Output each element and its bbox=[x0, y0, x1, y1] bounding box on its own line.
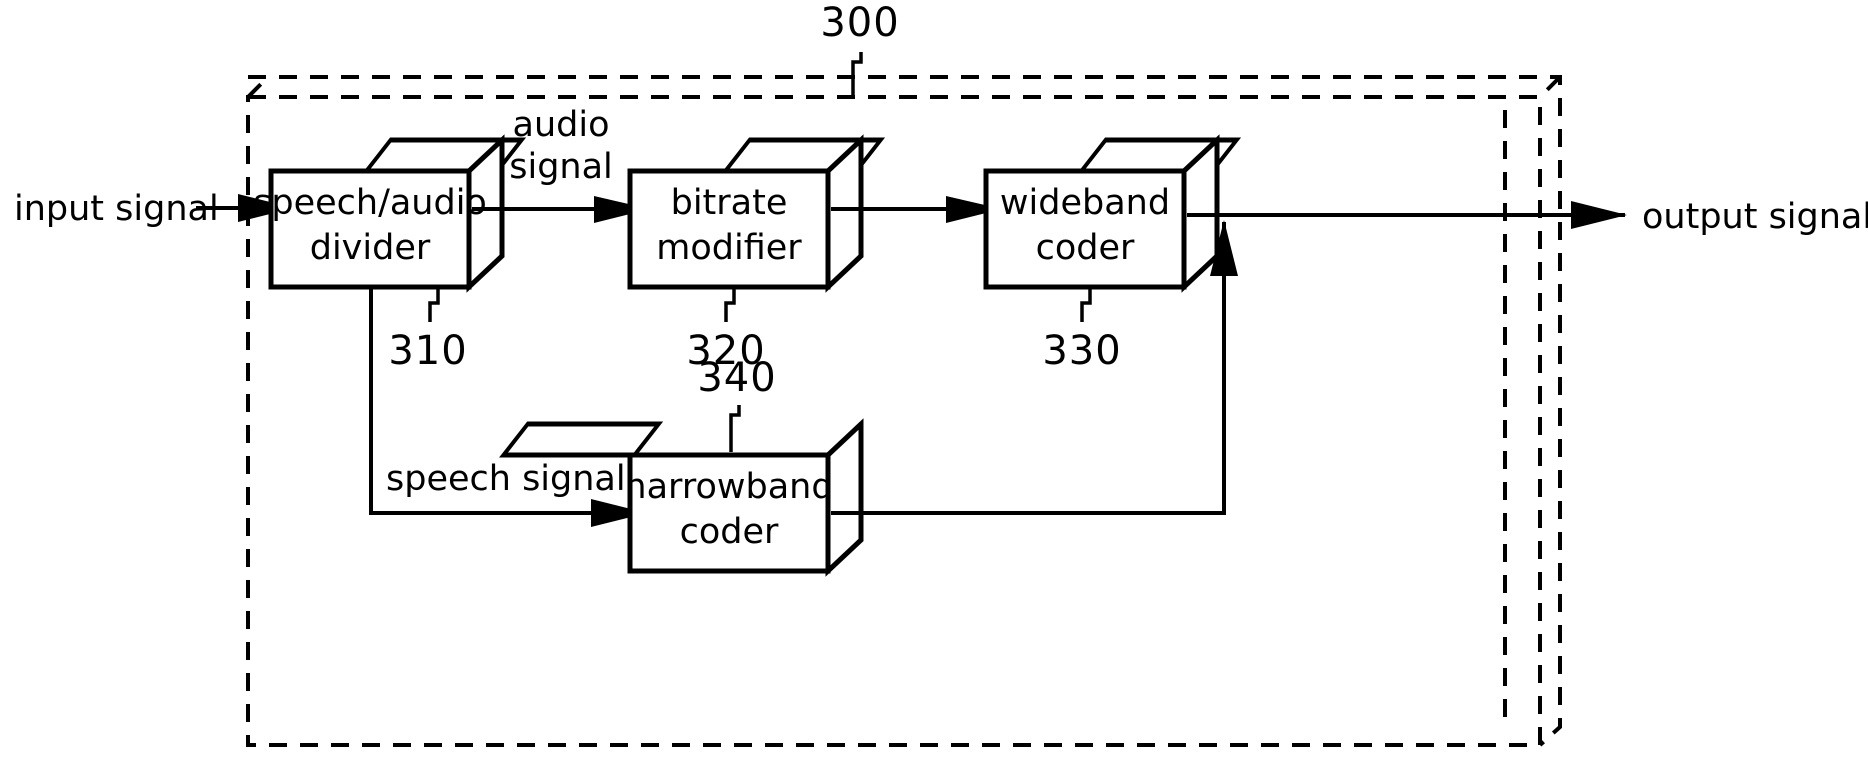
ref-330-leader-line bbox=[1080, 289, 1092, 322]
output-signal-group: output signal bbox=[1187, 197, 1868, 237]
block-bitrate: bitrate modifier bbox=[627, 134, 886, 293]
narrowband-label-line2: coder bbox=[680, 512, 779, 552]
ref-340-leader-line bbox=[729, 405, 741, 452]
ref-320-leader-line bbox=[724, 289, 736, 322]
block-diagram-svg: 300 input signal speech/audio divider 31… bbox=[14, 0, 1868, 747]
ref-300-leader-line bbox=[851, 52, 863, 96]
ref-label-300: 300 bbox=[820, 0, 899, 46]
block-divider: speech/audio divider bbox=[253, 134, 527, 293]
narrowband-top-face bbox=[499, 421, 664, 458]
input-signal-label: input signal bbox=[14, 189, 219, 229]
bitrate-label-line1: bitrate bbox=[671, 183, 788, 223]
ref-330-group: 330 bbox=[1042, 289, 1121, 374]
output-signal-label: output signal bbox=[1642, 197, 1868, 237]
divider-label-line2: divider bbox=[310, 228, 431, 268]
wideband-label-line1: wideband bbox=[1000, 183, 1170, 223]
container-depth-corner bbox=[1538, 75, 1562, 99]
speech-signal-label: speech signal bbox=[386, 459, 626, 499]
ref-310-group: 310 bbox=[388, 289, 467, 374]
ref-340-group: 340 bbox=[697, 355, 776, 452]
patent-figure: 300 input signal speech/audio divider 31… bbox=[0, 0, 1868, 775]
bitrate-label-line2: modifier bbox=[656, 228, 802, 268]
speech-signal-path: speech signal bbox=[369, 289, 647, 527]
ref-label-330: 330 bbox=[1042, 328, 1121, 374]
audio-signal-label-line1: audio bbox=[513, 105, 610, 145]
ref-label-310: 310 bbox=[388, 328, 467, 374]
container-left-depth-edge bbox=[246, 75, 270, 99]
ref-310-leader-line bbox=[428, 289, 440, 322]
divider-label-line1: speech/audio bbox=[253, 183, 487, 223]
ref-300-group: 300 bbox=[820, 0, 899, 96]
ref-label-340: 340 bbox=[697, 355, 776, 401]
output-signal-arrowhead bbox=[1571, 201, 1627, 229]
narrowband-label-line1: narrowband bbox=[624, 467, 833, 507]
wideband-label-line2: coder bbox=[1036, 228, 1135, 268]
audio-signal-label-line2: signal bbox=[509, 147, 613, 187]
input-signal-group: input signal bbox=[14, 189, 294, 229]
